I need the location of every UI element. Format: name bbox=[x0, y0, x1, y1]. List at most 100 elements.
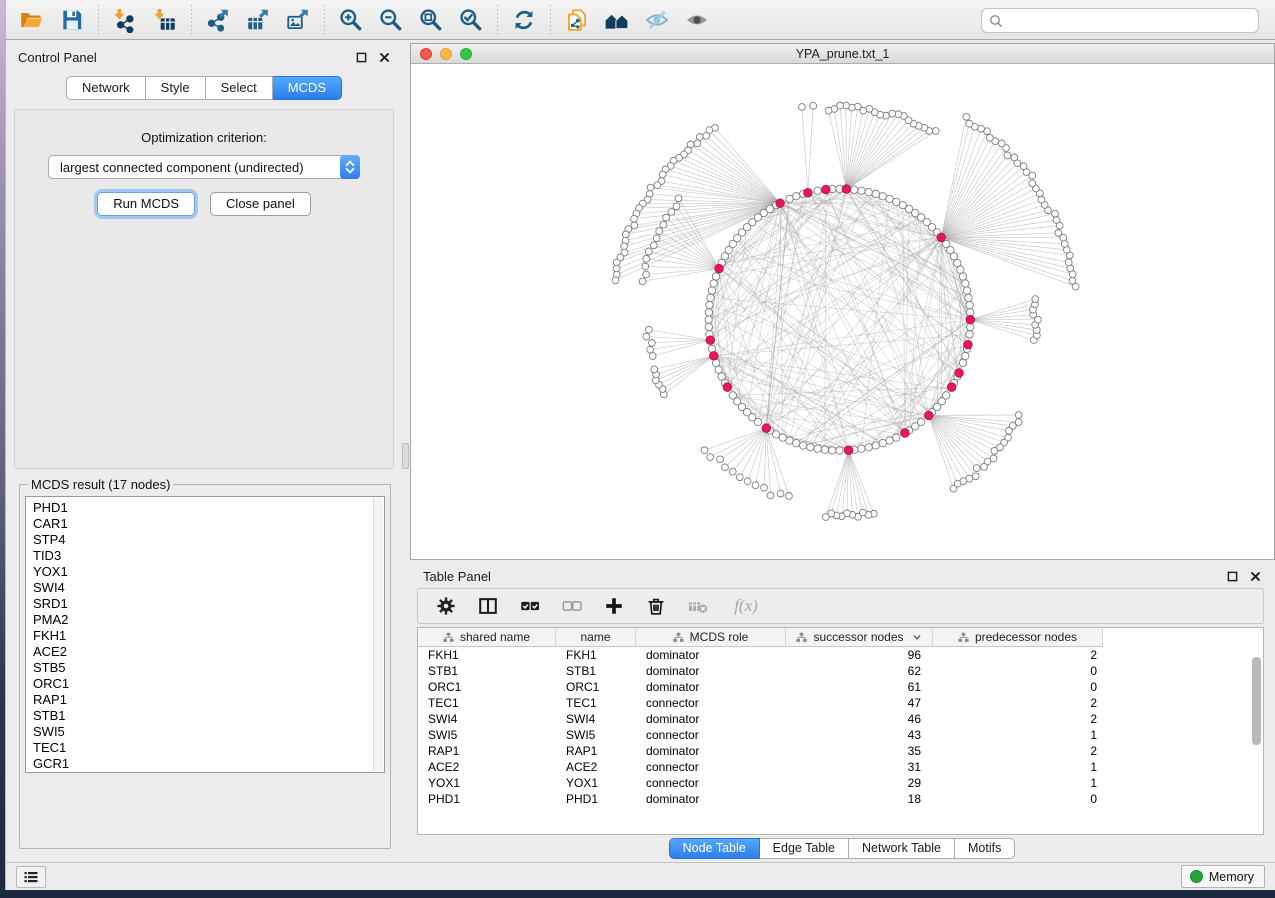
leaf-node[interactable] bbox=[777, 490, 784, 497]
table-row[interactable]: ACE2ACE2connector311 bbox=[418, 759, 1263, 775]
leaf-node[interactable] bbox=[932, 128, 939, 135]
leaf-node[interactable] bbox=[1006, 427, 1013, 434]
leaf-node[interactable] bbox=[1020, 163, 1027, 170]
network-node[interactable] bbox=[886, 195, 893, 202]
leaf-node[interactable] bbox=[660, 221, 667, 228]
leaf-node[interactable] bbox=[696, 134, 703, 141]
mcds-hub-node[interactable] bbox=[762, 424, 771, 433]
leaf-node[interactable] bbox=[1055, 230, 1062, 237]
leaf-node[interactable] bbox=[650, 242, 657, 249]
network-node[interactable] bbox=[793, 193, 800, 200]
mcds-hub-node[interactable] bbox=[955, 369, 964, 378]
run-mcds-button[interactable]: Run MCDS bbox=[97, 192, 195, 216]
leaf-node[interactable] bbox=[612, 277, 619, 284]
leaf-node[interactable] bbox=[673, 203, 680, 210]
leaf-node[interactable] bbox=[1004, 152, 1011, 159]
leaf-node[interactable] bbox=[799, 104, 806, 111]
table-row[interactable]: SWI5SWI5connector431 bbox=[418, 727, 1263, 743]
mcds-hub-node[interactable] bbox=[715, 264, 724, 273]
export-image-button[interactable] bbox=[280, 4, 316, 36]
column-header-shared-name[interactable]: shared name bbox=[418, 628, 556, 647]
network-node[interactable] bbox=[807, 444, 814, 451]
leaf-node[interactable] bbox=[1015, 412, 1022, 419]
table-row[interactable]: RAP1RAP1dominator352 bbox=[418, 743, 1263, 759]
leaf-node[interactable] bbox=[889, 110, 896, 117]
network-node[interactable] bbox=[707, 294, 714, 301]
table-row[interactable]: YOX1YOX1connector291 bbox=[418, 775, 1263, 791]
network-node[interactable] bbox=[893, 434, 900, 441]
network-node[interactable] bbox=[800, 442, 807, 449]
leaf-node[interactable] bbox=[722, 464, 729, 471]
leaf-node[interactable] bbox=[736, 474, 743, 481]
leaf-node[interactable] bbox=[703, 132, 710, 139]
close-table-panel-icon[interactable] bbox=[1250, 571, 1261, 582]
criterion-select[interactable]: largest connected component (undirected) bbox=[48, 155, 360, 179]
leaf-node[interactable] bbox=[694, 140, 701, 147]
mcds-result-item[interactable]: ACE2 bbox=[33, 644, 384, 660]
leaf-node[interactable] bbox=[643, 333, 650, 340]
leaf-node[interactable] bbox=[998, 140, 1005, 147]
tab-motifs[interactable]: Motifs bbox=[955, 838, 1015, 859]
network-node[interactable] bbox=[705, 316, 712, 323]
network-node[interactable] bbox=[706, 301, 713, 308]
network-node[interactable] bbox=[966, 309, 973, 316]
leaf-node[interactable] bbox=[651, 366, 658, 373]
leaf-node[interactable] bbox=[668, 209, 675, 216]
memory-button[interactable]: Memory bbox=[1181, 865, 1265, 888]
leaf-node[interactable] bbox=[1053, 217, 1060, 224]
add-column-button[interactable] bbox=[600, 592, 628, 620]
leaf-node[interactable] bbox=[1029, 180, 1036, 187]
copy-network-button[interactable] bbox=[559, 4, 595, 36]
tab-mcds[interactable]: MCDS bbox=[273, 76, 342, 100]
import-network-button[interactable] bbox=[107, 4, 143, 36]
leaf-node[interactable] bbox=[1038, 196, 1045, 203]
mcds-result-item[interactable]: GCR1 bbox=[33, 756, 384, 772]
leaf-node[interactable] bbox=[1065, 259, 1072, 266]
deselect-all-rows-button[interactable] bbox=[558, 592, 586, 620]
mcds-result-item[interactable]: SWI4 bbox=[33, 580, 384, 596]
leaf-node[interactable] bbox=[986, 134, 993, 141]
refresh-button[interactable] bbox=[506, 4, 542, 36]
leaf-node[interactable] bbox=[642, 263, 649, 270]
mcds-list-scrollbar[interactable] bbox=[373, 498, 383, 771]
leaf-node[interactable] bbox=[767, 492, 774, 499]
network-node[interactable] bbox=[712, 273, 719, 280]
column-selector-button[interactable] bbox=[474, 592, 502, 620]
table-scrollbar-thumb[interactable] bbox=[1252, 657, 1261, 745]
leaf-node[interactable] bbox=[643, 271, 650, 278]
mcds-result-item[interactable]: STB5 bbox=[33, 660, 384, 676]
mcds-hub-node[interactable] bbox=[776, 199, 785, 208]
network-node[interactable] bbox=[872, 442, 879, 449]
mcds-hub-node[interactable] bbox=[937, 233, 946, 242]
task-history-button[interactable] bbox=[16, 866, 46, 888]
zoom-in-button[interactable] bbox=[333, 4, 369, 36]
network-node[interactable] bbox=[710, 280, 717, 287]
leaf-node[interactable] bbox=[622, 231, 629, 238]
network-node[interactable] bbox=[858, 187, 865, 194]
network-node[interactable] bbox=[966, 301, 973, 308]
network-node[interactable] bbox=[705, 309, 712, 316]
tab-network[interactable]: Network bbox=[66, 76, 146, 100]
first-neighbors-button[interactable] bbox=[599, 4, 635, 36]
mcds-hub-node[interactable] bbox=[706, 336, 715, 345]
network-node[interactable] bbox=[814, 445, 821, 452]
network-node[interactable] bbox=[793, 439, 800, 446]
leaf-node[interactable] bbox=[701, 447, 708, 454]
network-node[interactable] bbox=[959, 359, 966, 366]
leaf-node[interactable] bbox=[621, 243, 628, 250]
mcds-result-item[interactable]: FKH1 bbox=[33, 628, 384, 644]
mcds-result-item[interactable]: PMA2 bbox=[33, 612, 384, 628]
network-node[interactable] bbox=[962, 280, 969, 287]
network-node[interactable] bbox=[858, 445, 865, 452]
tab-select[interactable]: Select bbox=[206, 76, 273, 100]
leaf-node[interactable] bbox=[643, 255, 650, 262]
table-scrollbar[interactable] bbox=[1252, 649, 1261, 832]
leaf-node[interactable] bbox=[659, 171, 666, 178]
mcds-hub-node[interactable] bbox=[901, 429, 910, 438]
network-node[interactable] bbox=[821, 446, 828, 453]
export-network-button[interactable] bbox=[200, 4, 236, 36]
table-settings-button[interactable] bbox=[432, 592, 460, 620]
leaf-node[interactable] bbox=[631, 215, 638, 222]
network-node[interactable] bbox=[942, 392, 949, 399]
tab-node-table[interactable]: Node Table bbox=[669, 838, 760, 859]
